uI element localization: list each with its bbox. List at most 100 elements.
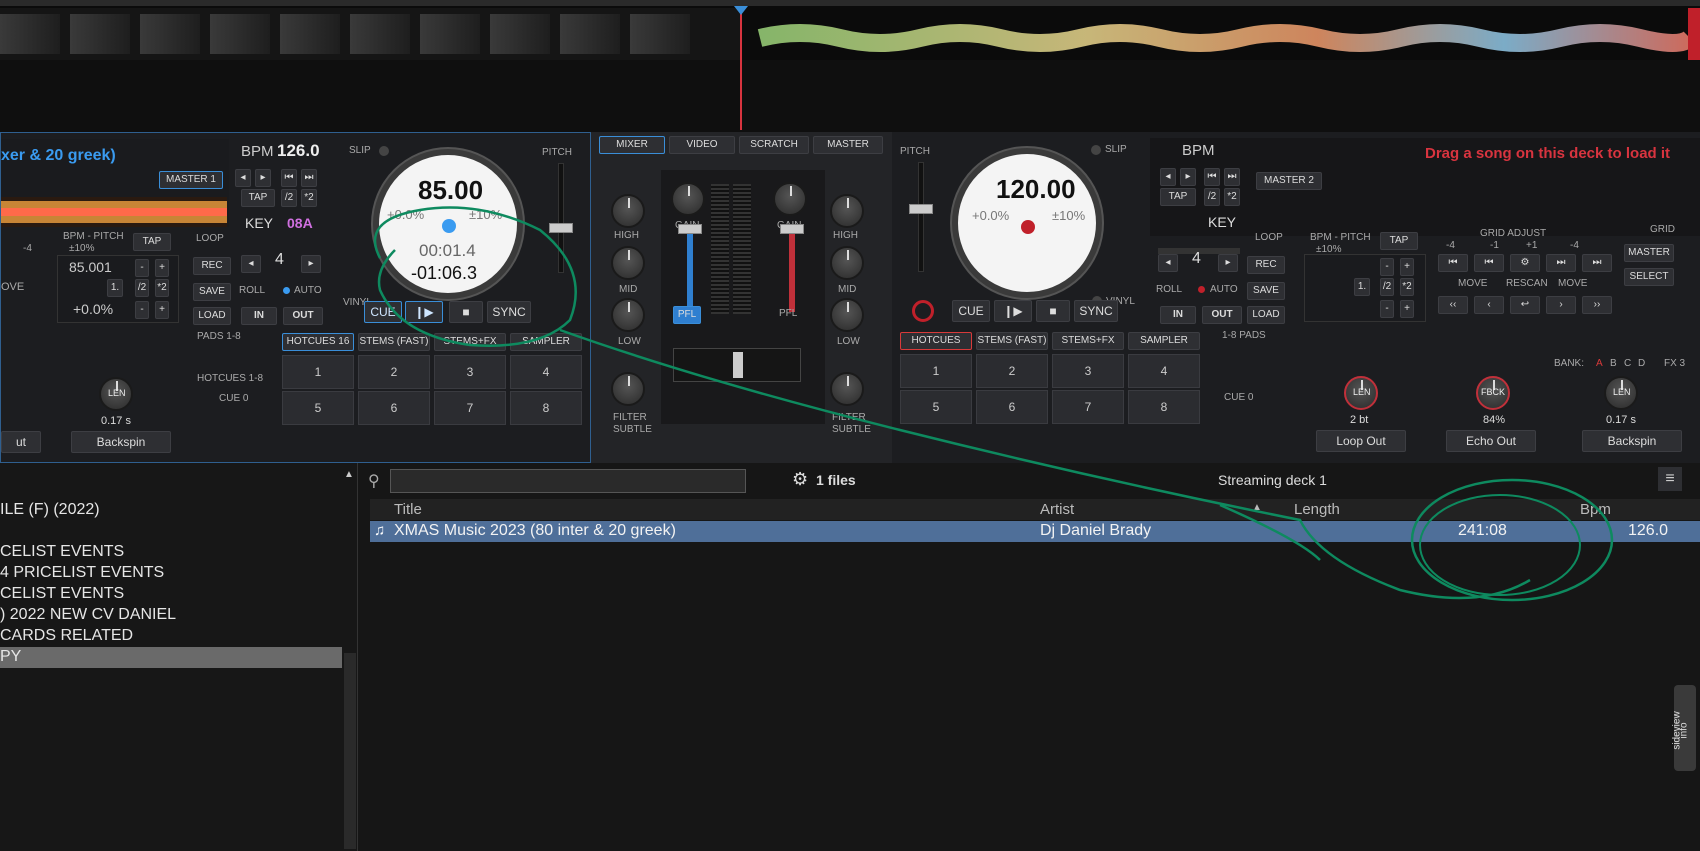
folder-item-selected[interactable]: PY bbox=[0, 648, 21, 666]
gain-knob-right[interactable] bbox=[773, 182, 807, 216]
volume-fader-left[interactable] bbox=[687, 228, 693, 312]
tab-scratch[interactable]: SCRATCH bbox=[739, 136, 809, 154]
deck-b-next-icon[interactable]: ▸ bbox=[1180, 168, 1196, 186]
volume-fader-right[interactable] bbox=[789, 228, 795, 312]
deck-a-skip-fwd-icon[interactable]: ⏭ bbox=[301, 169, 317, 187]
deck-b-pad-2[interactable]: 2 bbox=[976, 354, 1048, 388]
deck-b-tab-stems-fx[interactable]: STEMS+FX bbox=[1052, 332, 1124, 350]
folder-item[interactable]: 4 PRICELIST EVENTS bbox=[0, 564, 164, 582]
tab-mixer[interactable]: MIXER bbox=[599, 136, 665, 154]
deck-b-slip-led[interactable] bbox=[1091, 145, 1101, 155]
deck-a-double2-button[interactable]: *2 bbox=[155, 279, 169, 297]
high-knob-left[interactable] bbox=[611, 194, 645, 228]
deck-a-key-value[interactable]: 08A bbox=[287, 215, 313, 231]
filter-knob-right[interactable] bbox=[830, 372, 864, 406]
column-length[interactable]: Length bbox=[1294, 501, 1340, 518]
deck-b-loop-next-icon[interactable]: ▸ bbox=[1218, 254, 1238, 272]
grid-move-far-left-icon[interactable]: ‹‹ bbox=[1438, 296, 1468, 314]
deck-a-in-button[interactable]: IN bbox=[241, 307, 277, 325]
deck-b-double2-button[interactable]: *2 bbox=[1400, 278, 1414, 296]
deck-a-pad-1[interactable]: 1 bbox=[282, 355, 354, 389]
grid-back-icon[interactable]: ⏮ bbox=[1474, 254, 1504, 272]
deck-b-half-button[interactable]: /2 bbox=[1204, 188, 1220, 206]
folder-item[interactable]: ) 2022 NEW CV DANIEL bbox=[0, 606, 176, 624]
deck-b-cue-nav[interactable]: CUE 0 bbox=[1224, 392, 1253, 403]
fx2-select[interactable]: Echo Out bbox=[1446, 430, 1536, 452]
deck-b-skip-fwd-icon[interactable]: ⏭ bbox=[1224, 168, 1240, 186]
volume-handle-right[interactable] bbox=[780, 224, 804, 234]
folder-item[interactable]: CARDS RELATED bbox=[0, 627, 133, 645]
deck-a-cue-nav[interactable]: CUE 0 bbox=[219, 393, 248, 404]
view-options-icon[interactable]: ≡ bbox=[1658, 467, 1682, 491]
deck-a-cue-button[interactable]: CUE bbox=[364, 301, 402, 323]
deck-b-pitch-fader[interactable] bbox=[918, 162, 924, 272]
deck-a-tap-button[interactable]: TAP bbox=[241, 189, 275, 207]
crossfader-handle[interactable] bbox=[733, 352, 743, 378]
deck-a-load-button[interactable]: LOAD bbox=[193, 307, 231, 325]
deck-b-double-button[interactable]: *2 bbox=[1224, 188, 1240, 206]
column-artist[interactable]: Artist bbox=[1040, 501, 1074, 518]
deck-b-pad-1[interactable]: 1 bbox=[900, 354, 972, 388]
deck-a-half-button[interactable]: /2 bbox=[281, 189, 297, 207]
deck-b-half2-button[interactable]: /2 bbox=[1380, 278, 1394, 296]
filter-knob-left[interactable] bbox=[611, 372, 645, 406]
grid-move-right-icon[interactable]: › bbox=[1546, 296, 1576, 314]
grid-gear-icon[interactable]: ⚙ bbox=[1510, 254, 1540, 272]
folder-scrollbar[interactable] bbox=[344, 653, 356, 849]
deck-b-pct-plus[interactable]: + bbox=[1400, 300, 1414, 318]
deck-a-double-button[interactable]: *2 bbox=[301, 189, 317, 207]
grid-skip-back-icon[interactable]: ⏮ bbox=[1438, 254, 1468, 272]
deck-b-pad-5[interactable]: 5 bbox=[900, 390, 972, 424]
deck-a-tab-sampler[interactable]: SAMPLER bbox=[510, 333, 582, 351]
deck-a-slip-led[interactable] bbox=[379, 146, 389, 156]
tab-master[interactable]: MASTER bbox=[813, 136, 883, 154]
bank-a[interactable]: A bbox=[1596, 358, 1603, 369]
fx3-select[interactable]: Backspin bbox=[1582, 430, 1682, 452]
deck-a-pct-minus[interactable]: - bbox=[135, 301, 149, 319]
deck-a-half2-button[interactable]: /2 bbox=[135, 279, 149, 297]
deck-b-one-button[interactable]: 1. bbox=[1354, 278, 1370, 296]
deck-a-pad-7[interactable]: 7 bbox=[434, 391, 506, 425]
column-bpm[interactable]: Bpm bbox=[1580, 501, 1611, 518]
deck-a-pad-6[interactable]: 6 bbox=[358, 391, 430, 425]
deck-a-fx-left-select[interactable]: ut bbox=[1, 431, 41, 453]
high-knob-right[interactable] bbox=[830, 194, 864, 228]
gain-knob-left[interactable] bbox=[671, 182, 705, 216]
deck-a-pitch-plus[interactable]: + bbox=[155, 259, 169, 277]
deck-a-next-icon[interactable]: ▸ bbox=[255, 169, 271, 187]
grid-move-far-right-icon[interactable]: ›› bbox=[1582, 296, 1612, 314]
deck-b-pad-4[interactable]: 4 bbox=[1128, 354, 1200, 388]
deck-a-pct-plus[interactable]: + bbox=[155, 301, 169, 319]
master-1-button[interactable]: MASTER 1 bbox=[159, 171, 223, 189]
deck-a-play-pause-icon[interactable]: ❙▶ bbox=[405, 301, 443, 323]
deck-b-tab-stems-fast[interactable]: STEMS (FAST) bbox=[976, 332, 1048, 350]
deck-a-stop-icon[interactable]: ■ bbox=[449, 301, 483, 323]
deck-a-auto-led[interactable] bbox=[283, 287, 290, 294]
deck-a-tab-stems-fast[interactable]: STEMS (FAST) bbox=[358, 333, 430, 351]
pfl-left-button[interactable]: PFL bbox=[673, 306, 701, 324]
tab-video[interactable]: VIDEO bbox=[669, 136, 735, 154]
grid-rescan-icon[interactable]: ↩ bbox=[1510, 296, 1540, 314]
deck-b-in-button[interactable]: IN bbox=[1160, 306, 1196, 324]
deck-b-load-button[interactable]: LOAD bbox=[1247, 306, 1285, 324]
deck-b-auto-led[interactable] bbox=[1198, 286, 1205, 293]
deck-a-out-button[interactable]: OUT bbox=[283, 307, 323, 325]
deck-a-hotcues-nav[interactable]: HOTCUES 1-8 bbox=[197, 373, 263, 384]
deck-a-pitch-fader[interactable] bbox=[558, 163, 564, 273]
bank-d[interactable]: D bbox=[1638, 358, 1645, 369]
deck-b-pitch-handle[interactable] bbox=[909, 204, 933, 214]
deck-b-play-pause-icon[interactable]: ❙▶ bbox=[994, 300, 1032, 322]
deck-a-save-button[interactable]: SAVE bbox=[193, 283, 231, 301]
folder-item[interactable]: ILE (F) (2022) bbox=[0, 501, 100, 519]
deck-a-pad-4[interactable]: 4 bbox=[510, 355, 582, 389]
deck-a-loop-next-icon[interactable]: ▸ bbox=[301, 255, 321, 273]
deck-b-out-button[interactable]: OUT bbox=[1202, 306, 1242, 324]
deck-b-pad-7[interactable]: 7 bbox=[1052, 390, 1124, 424]
deck-b-pad-6[interactable]: 6 bbox=[976, 390, 1048, 424]
grid-skip-fwd-icon[interactable]: ⏭ bbox=[1582, 254, 1612, 272]
deck-b-tab-hotcues[interactable]: HOTCUES bbox=[900, 332, 972, 350]
master-2-button[interactable]: MASTER 2 bbox=[1256, 172, 1322, 190]
deck-b-sync-button[interactable]: SYNC bbox=[1074, 300, 1118, 322]
waveform-area[interactable] bbox=[0, 0, 1700, 132]
deck-b-master-button[interactable]: MASTER bbox=[1624, 244, 1674, 262]
